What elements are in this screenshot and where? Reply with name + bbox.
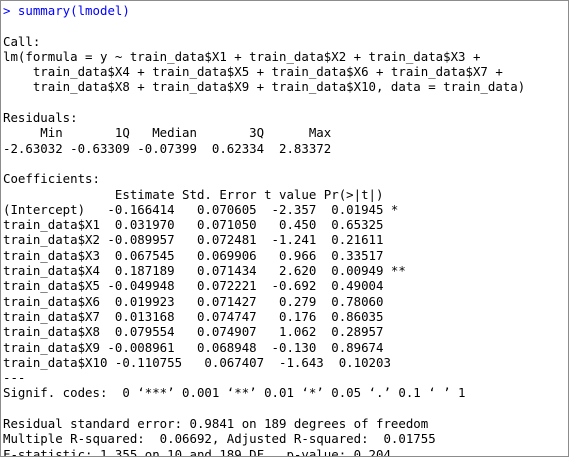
separator-line: --- (3, 370, 26, 386)
signif-codes: Signif. codes: 0 ‘***’ 0.001 ‘**’ 0.01 ‘… (3, 385, 466, 401)
coefficient-row-x9: train_data$X9 -0.008961 0.068948 -0.130 … (3, 339, 406, 355)
coefficient-row-x5: train_data$X5 -0.049948 0.072221 -0.692 … (3, 278, 406, 294)
r-console-output[interactable]: > summary(lmodel) Call: lm(formula = y ~… (0, 0, 569, 457)
command-line: > summary(lmodel) (3, 3, 568, 18)
call-header: Call: (3, 33, 41, 49)
residuals-header: Residuals: (3, 110, 78, 126)
residuals-values: -2.63032 -0.63309 -0.07399 0.62334 2.833… (3, 140, 339, 156)
coefficient-row-x10: train_data$X10 -0.110755 0.067407 -1.643… (3, 354, 414, 370)
coefficient-row-intercept: (Intercept) -0.166414 0.070605 -2.357 0.… (3, 201, 406, 217)
coefficient-row-x7: train_data$X7 0.013168 0.074747 0.176 0.… (3, 308, 406, 324)
coefficient-row-x6: train_data$X6 0.019923 0.071427 0.279 0.… (3, 293, 406, 309)
coefficient-row-x2: train_data$X2 -0.089957 0.072481 -1.241 … (3, 232, 406, 248)
residual-standard-error: Residual standard error: 0.9841 on 189 d… (3, 416, 429, 432)
residuals-labels: Min 1Q Median 3Q Max (3, 125, 339, 141)
coefficient-row-x4: train_data$X4 0.187189 0.071434 2.620 0.… (3, 263, 406, 279)
command-text: summary(lmodel) (17, 3, 130, 18)
coefficients-header: Coefficients: (3, 171, 100, 187)
coefficient-row-x1: train_data$X1 0.031970 0.071050 0.450 0.… (3, 217, 406, 233)
call-line: train_data$X4 + train_data$X5 + train_da… (3, 64, 503, 80)
call-line: train_data$X8 + train_data$X9 + train_da… (3, 79, 526, 95)
prompt-symbol: > (3, 3, 18, 18)
coefficients-column-headers: Estimate Std. Error t value Pr(>|t|) (3, 186, 406, 202)
f-statistic-line: F-statistic: 1.355 on 10 and 189 DF, p-v… (3, 446, 391, 457)
coefficient-row-x3: train_data$X3 0.067545 0.069906 0.966 0.… (3, 247, 406, 263)
r-squared-line: Multiple R-squared: 0.06692, Adjusted R-… (3, 431, 444, 447)
coefficient-row-x8: train_data$X8 0.079554 0.074907 1.062 0.… (3, 324, 406, 340)
call-line: lm(formula = y ~ train_data$X1 + train_d… (3, 48, 481, 64)
